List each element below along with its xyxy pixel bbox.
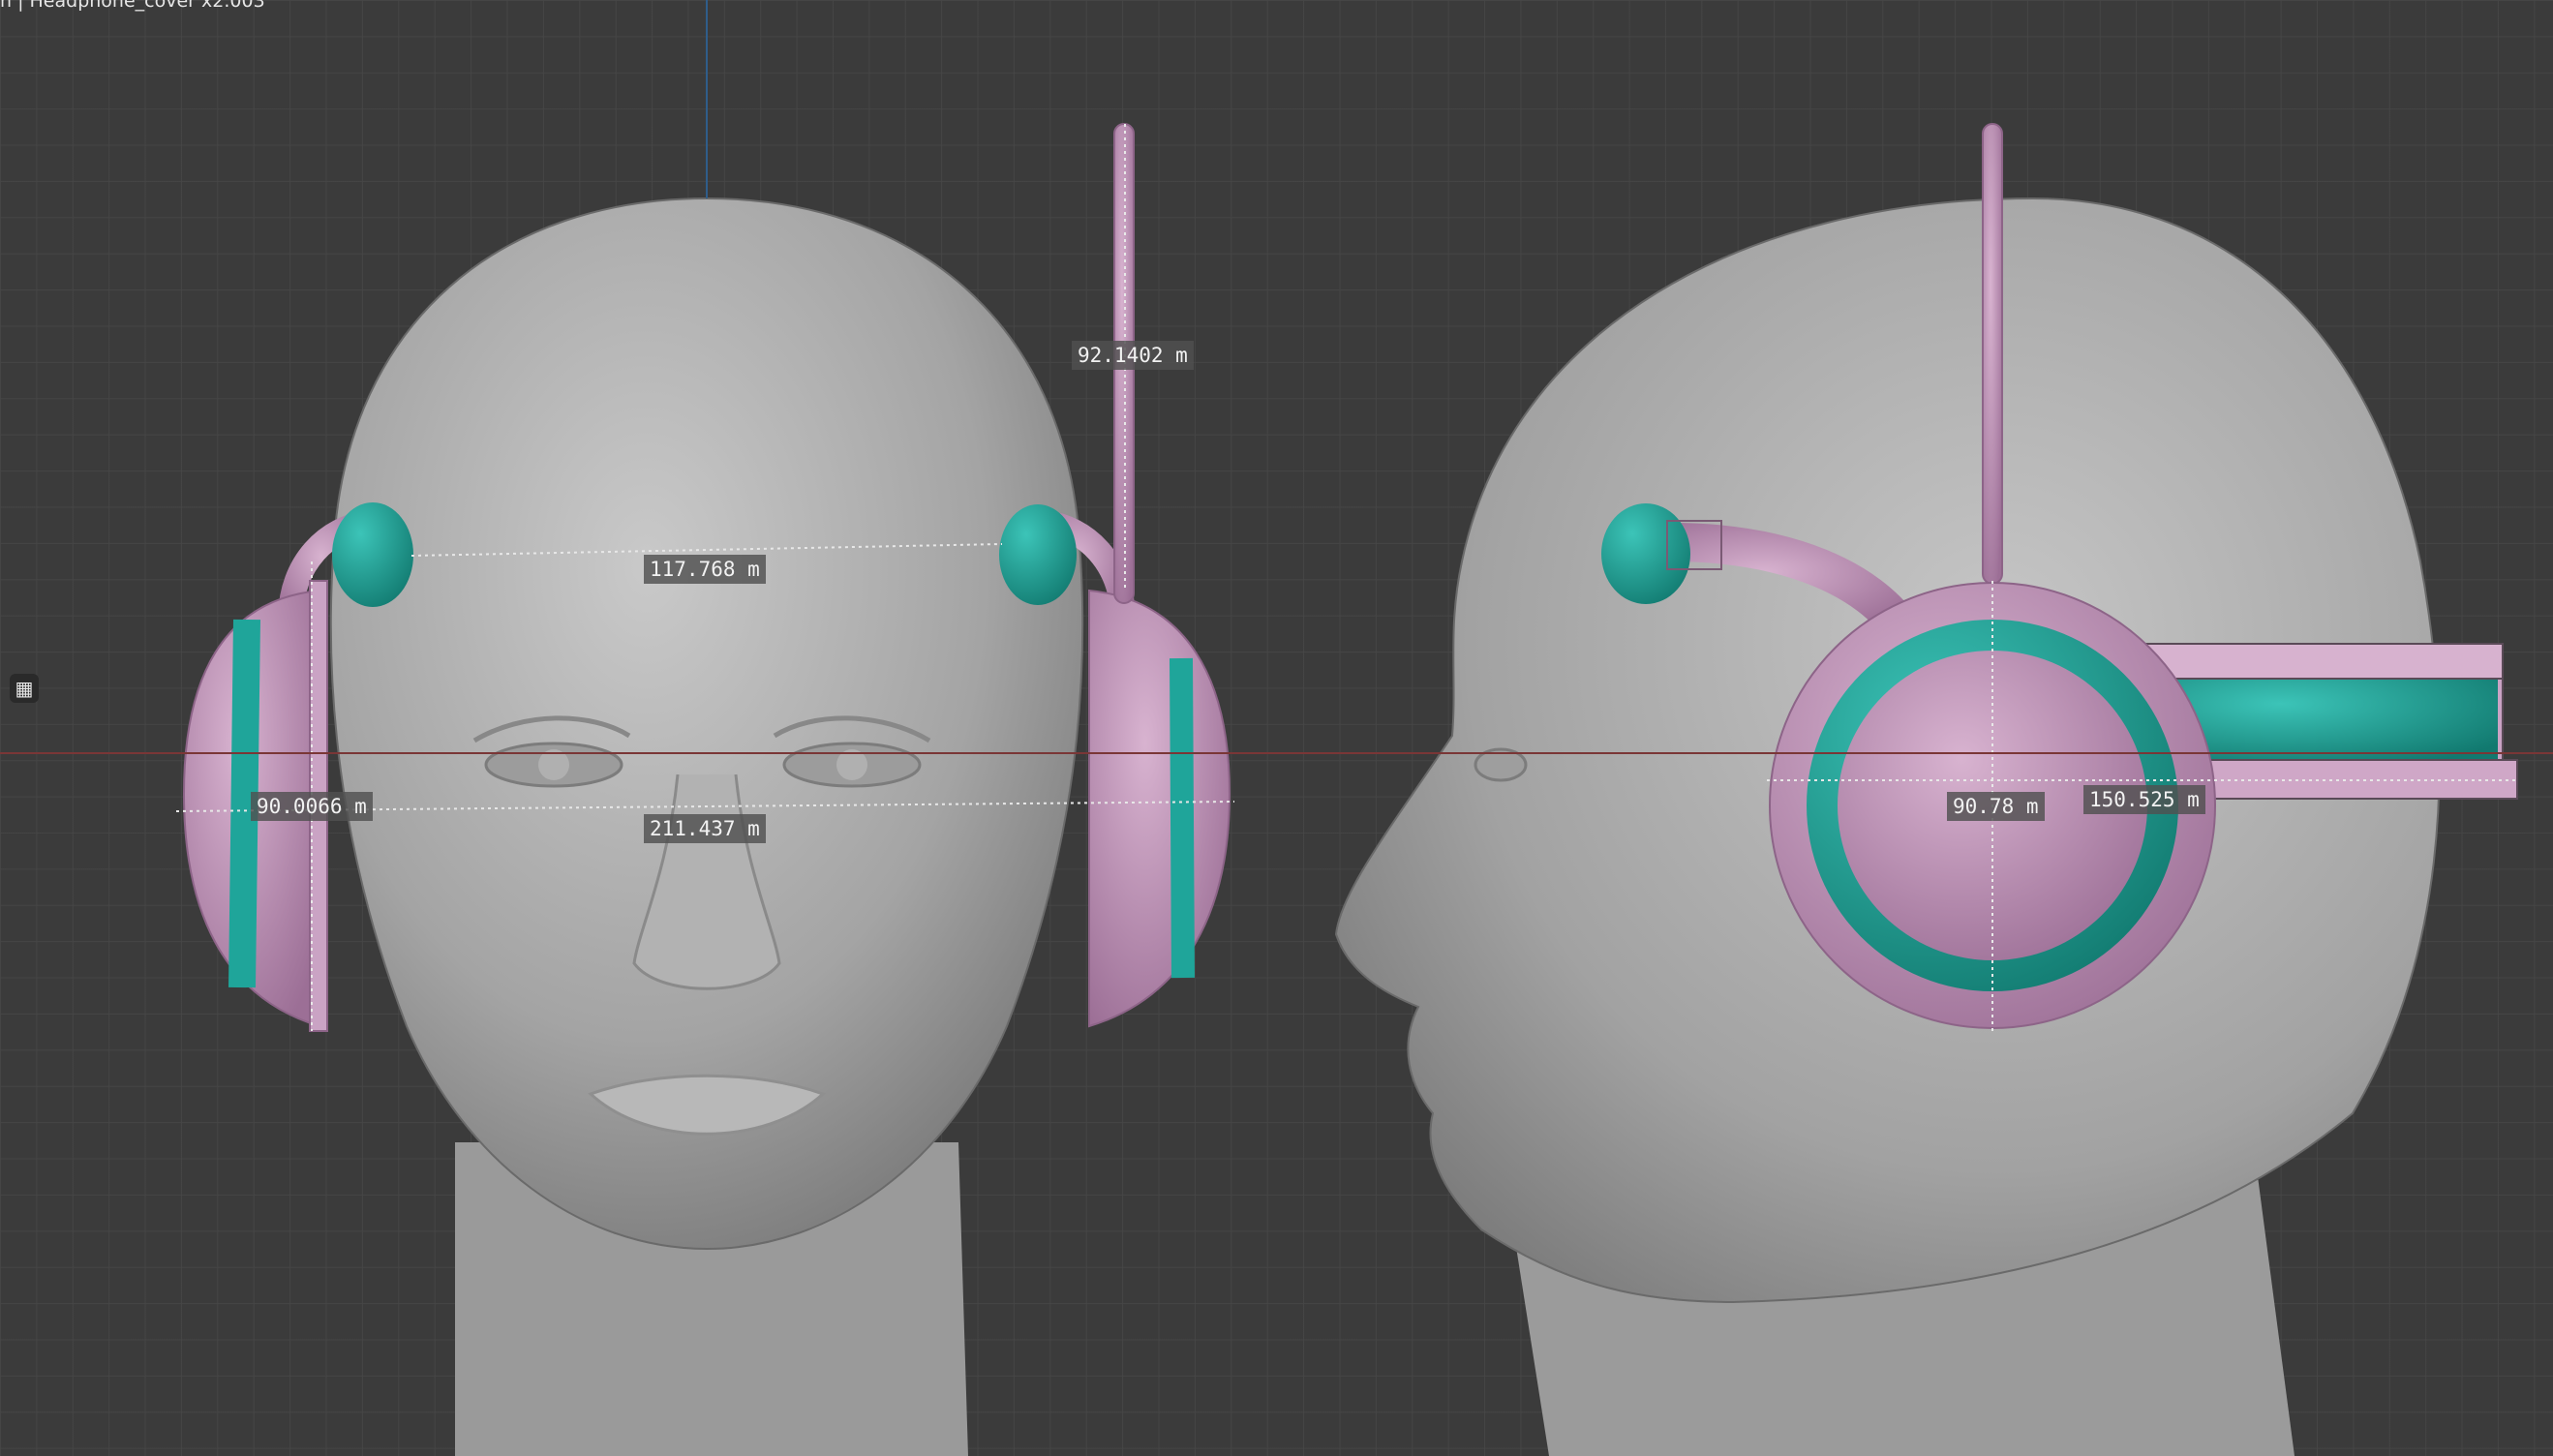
measure-label-cup-depth: 90.0066 m bbox=[251, 792, 373, 821]
measure-label-cup-diameter: 90.78 m bbox=[1947, 792, 2045, 821]
front-right-cup bbox=[1088, 589, 1231, 1028]
measure-label-antenna: 92.1402 m bbox=[1072, 341, 1194, 370]
measure-label-band-length: 150.525 m bbox=[2083, 785, 2205, 814]
object-title: n | Headphone_cover x2.003 bbox=[0, 0, 265, 12]
x-axis-line bbox=[0, 752, 2553, 754]
measure-label-cup-span: 211.437 m bbox=[644, 814, 766, 843]
scene-render bbox=[175, 123, 2518, 1456]
measure-label-top-width: 117.768 m bbox=[644, 555, 766, 584]
side-antenna bbox=[1982, 123, 2003, 585]
front-right-knob bbox=[999, 504, 1077, 605]
grid-tool-icon[interactable]: ▦ bbox=[10, 674, 39, 703]
y-axis-line bbox=[706, 0, 708, 198]
side-knob bbox=[1601, 503, 1690, 604]
front-left-knob bbox=[332, 502, 413, 607]
3d-viewport[interactable]: n | Headphone_cover x2.003 ▦ 117.768 m 9… bbox=[0, 0, 2553, 1456]
